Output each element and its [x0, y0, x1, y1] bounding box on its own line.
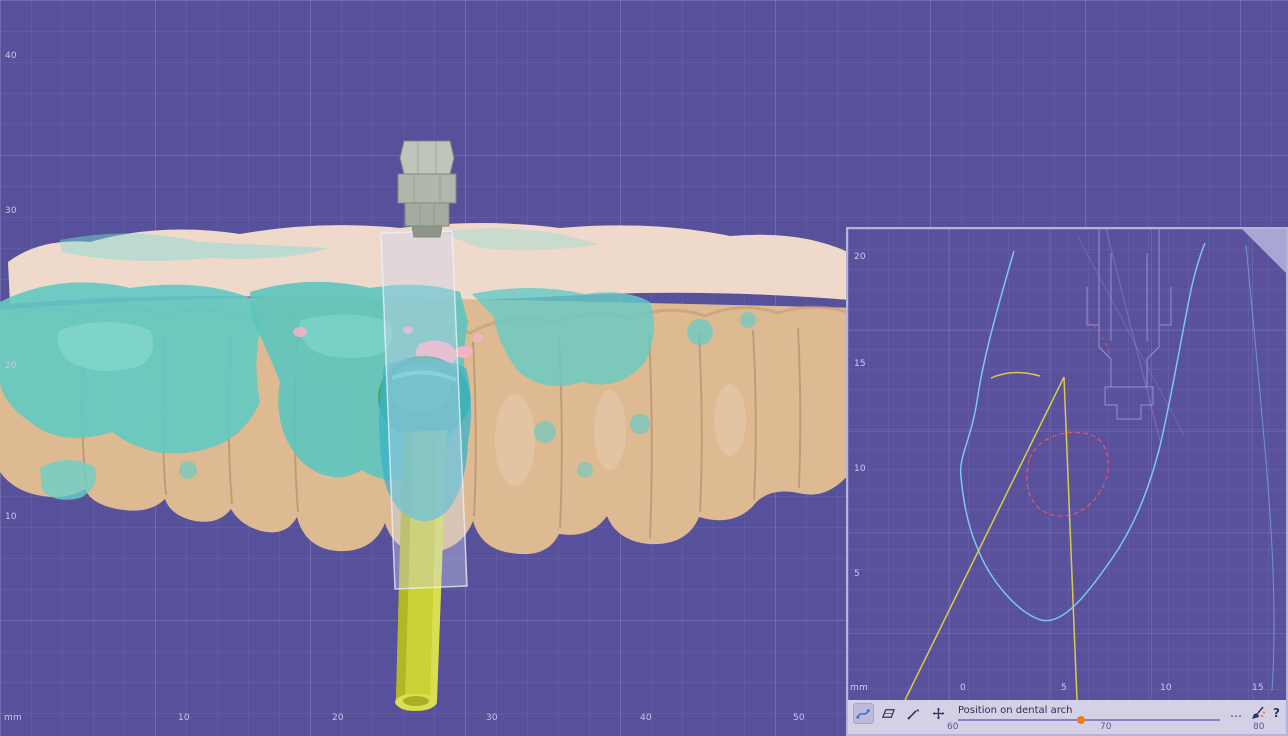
inset-ruler-unit-label: mm [850, 684, 868, 693]
more-options-button[interactable]: … [1230, 707, 1242, 719]
inset-ruler-bottom-5: 5 [1061, 684, 1067, 693]
inset-ruler-left-20: 20 [854, 253, 866, 262]
ruler-bottom-20: 20 [332, 714, 344, 723]
ruler-bottom-80: 80 [1253, 722, 1264, 732]
move-tool-button[interactable] [929, 704, 948, 723]
move-icon [931, 706, 946, 721]
inset-ruler-left-5: 5 [854, 570, 860, 579]
inset-ruler-bottom-0: 0 [960, 684, 966, 693]
inset-ruler-bottom-15: 15 [1252, 684, 1264, 693]
section-curve-button[interactable] [854, 704, 873, 723]
ruler-bottom-40: 40 [640, 714, 652, 723]
inset-ruler-bottom-10: 10 [1160, 684, 1172, 693]
cross-section-plane[interactable] [381, 231, 467, 589]
ruler-bottom-50: 50 [793, 714, 805, 723]
ruler-bottom-30: 30 [486, 714, 498, 723]
arch-position-slider[interactable]: Position on dental arch [958, 706, 1220, 721]
panel-corner-fold[interactable] [1242, 229, 1286, 273]
dental-model-3d[interactable] [0, 0, 860, 736]
pencil-tool-button[interactable] [904, 704, 923, 723]
clean-icon [1250, 705, 1266, 721]
pencil-icon [906, 706, 921, 721]
inset-ruler-left-10: 10 [854, 465, 866, 474]
arch-slider-handle[interactable] [1077, 716, 1085, 724]
application-window: 40 30 20 10 mm 10 20 30 40 50 [0, 0, 1288, 736]
ruler-left-40: 40 [5, 52, 17, 61]
help-button[interactable]: ? [1273, 707, 1280, 719]
section-plane-icon [881, 706, 896, 721]
ruler-bottom-60: 60 [947, 722, 958, 732]
inset-ruler-left-15: 15 [854, 360, 866, 369]
implant-screw[interactable] [398, 141, 456, 237]
section-axis-lines [905, 372, 1077, 700]
ruler-left-10: 10 [5, 513, 17, 522]
ruler-left-20: 20 [5, 362, 17, 371]
section-plane-button[interactable] [879, 704, 898, 723]
ruler-unit-label: mm [4, 714, 22, 723]
ruler-bottom-10: 10 [178, 714, 190, 723]
ruler-left-30: 30 [5, 207, 17, 216]
ruler-bottom-70: 70 [1100, 722, 1111, 732]
section-toolbar: Position on dental arch … ? 60 70 80 [848, 700, 1286, 734]
section-curve-icon [856, 706, 871, 721]
clean-tool-button[interactable] [1248, 704, 1267, 723]
cross-section-sketch[interactable] [848, 229, 1286, 700]
arch-slider-track[interactable] [958, 719, 1220, 721]
cross-section-panel[interactable]: 20 15 10 5 mm 0 5 10 15 [846, 227, 1288, 736]
arch-position-label: Position on dental arch [958, 706, 1220, 716]
